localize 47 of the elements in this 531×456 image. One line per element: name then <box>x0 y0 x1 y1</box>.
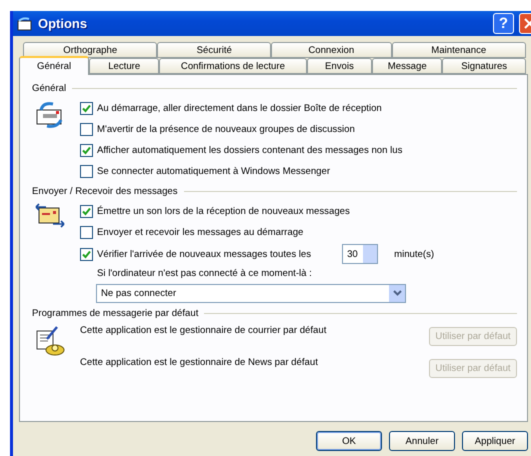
hint-text: Si l'ordinateur n'est pas connecté à ce moment-là : <box>96 268 312 279</box>
section-title: Général <box>32 83 66 94</box>
window-title: Options <box>38 16 88 31</box>
checkbox[interactable] <box>80 205 93 218</box>
phone-document-icon <box>35 325 65 357</box>
section-title: Envoyer / Recevoir des messages <box>32 186 178 197</box>
checkbox[interactable] <box>80 102 93 115</box>
dialog-button[interactable]: OK <box>316 431 382 451</box>
check-icon <box>82 250 91 258</box>
tab[interactable]: Envois <box>306 58 372 74</box>
checkbox[interactable] <box>80 226 93 239</box>
tab[interactable]: Sécurité <box>157 42 272 58</box>
checkbox-label: Afficher automatiquement les dossiers contenant des messages non lus <box>97 145 402 156</box>
spin-field[interactable]: 30 <box>342 244 378 264</box>
tab[interactable]: Général <box>19 56 90 75</box>
chevron-down-icon <box>392 290 402 296</box>
tab[interactable]: Maintenance <box>392 42 526 58</box>
tab[interactable]: Message <box>372 58 442 74</box>
check-icon <box>82 207 91 216</box>
checkbox[interactable] <box>80 248 93 260</box>
checkbox-label: Envoyer et recevoir les messages au démarrage <box>97 227 304 238</box>
tab[interactable]: Connexion <box>271 42 392 58</box>
checkbox-label: Vérifier l'arrivée de nouveaux messages toutes les <box>97 248 312 260</box>
tab[interactable]: Lecture <box>89 58 160 74</box>
section-title: Programmes de messagerie par défaut <box>32 308 198 319</box>
description-text: Cette application est le gestionnaire de courrier par défaut <box>80 324 326 338</box>
unit-label: minute(s) <box>394 248 434 260</box>
checkbox[interactable] <box>80 123 93 136</box>
dialog-button[interactable]: Appliquer <box>462 431 528 451</box>
checkbox-label: Au démarrage, aller directement dans le dossier Boîte de réception <box>97 103 382 114</box>
tab[interactable]: Signatures <box>442 58 526 74</box>
envelope-icon <box>35 203 65 229</box>
dropdown[interactable]: Ne pas connecter <box>96 284 406 302</box>
check-icon <box>82 146 91 155</box>
tab[interactable]: Confirmations de lecture <box>159 58 307 74</box>
envelope-icon <box>17 16 33 30</box>
help-button[interactable]: ? <box>493 13 514 34</box>
dialog-button[interactable]: Annuler <box>389 431 455 451</box>
tab[interactable]: Orthographe <box>23 42 158 58</box>
check-icon <box>82 104 91 113</box>
checkbox[interactable] <box>80 144 93 157</box>
checkbox[interactable] <box>80 165 93 178</box>
description-text: Cette application est le gestionnaire de News par défaut <box>80 356 318 370</box>
checkbox-label: Émettre un son lors de la réception de nouveaux messages <box>97 206 350 217</box>
checkbox-label: M'avertir de la présence de nouveaux groupes de discussion <box>97 124 355 135</box>
checkbox-label: Se connecter automatiquement à Windows Messenger <box>97 166 330 177</box>
mail-sync-icon <box>35 100 65 130</box>
